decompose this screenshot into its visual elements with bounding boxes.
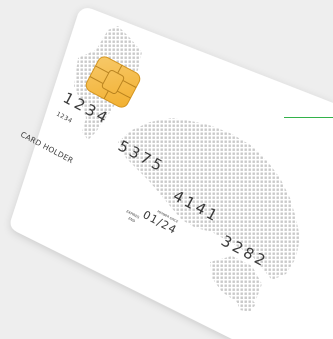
accent-line — [284, 117, 333, 118]
credit-card-illustration: 1234 1234 5375 4141 3282 CARD HOLDER EXP… — [0, 0, 333, 339]
card-canvas: 1234 1234 5375 4141 3282 CARD HOLDER EXP… — [10, 8, 333, 339]
